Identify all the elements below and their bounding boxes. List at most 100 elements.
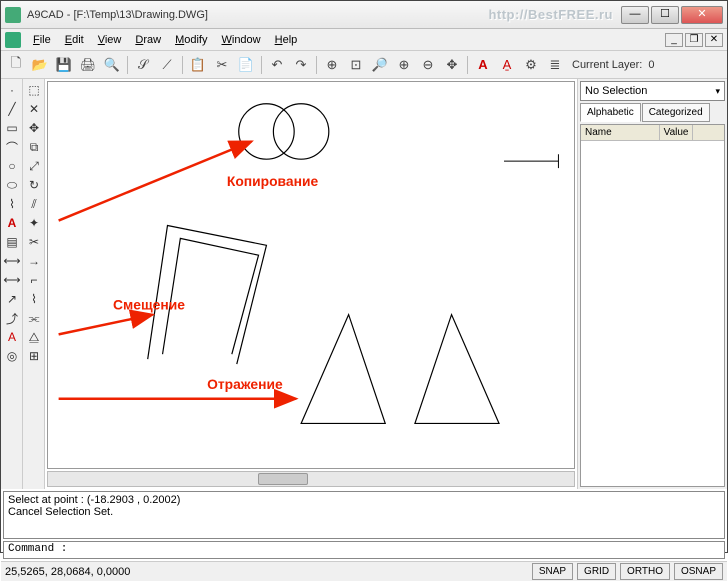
command-input[interactable]: Command :: [3, 541, 725, 559]
paste-icon[interactable]: 📄: [235, 54, 257, 76]
angle-icon[interactable]: A: [3, 328, 21, 346]
join-icon[interactable]: ⫘: [25, 309, 43, 327]
modify-toolbar: ⬚ ✕ ✥ ⧉ ⤢ ↻ ⫽ ✦ ✂ → ⌐ ⌇ ⫘ ⧋ ⊞: [23, 79, 45, 489]
app-menu-icon[interactable]: [5, 32, 21, 48]
cmd-line-2: Cancel Selection Set.: [8, 506, 720, 518]
annotation-offset: Смещение: [113, 297, 185, 313]
watermark: http://BestFREE.ru: [488, 7, 613, 22]
selection-dropdown[interactable]: No Selection ▾: [580, 81, 725, 101]
menu-draw[interactable]: Draw: [129, 32, 167, 48]
snap-toggle[interactable]: SNAP: [532, 563, 573, 580]
menu-help[interactable]: Help: [269, 32, 304, 48]
break-icon[interactable]: ⌇: [25, 290, 43, 308]
text-tool-icon[interactable]: A: [3, 214, 21, 232]
grid-toggle[interactable]: GRID: [577, 563, 616, 580]
open-icon[interactable]: 📂: [29, 54, 51, 76]
offset-icon[interactable]: ⫽: [25, 195, 43, 213]
titlebar: A9CAD - [F:\Temp\13\Drawing.DWG] http://…: [1, 1, 727, 29]
osnap-toggle[interactable]: OSNAP: [674, 563, 723, 580]
new-icon[interactable]: 🗋: [5, 54, 27, 76]
app-icon: [5, 7, 21, 23]
annotation-copy: Копирование: [227, 173, 319, 189]
maximize-button[interactable]: ☐: [651, 6, 679, 24]
rect-icon[interactable]: ▭: [3, 119, 21, 137]
tab-alphabetic[interactable]: Alphabetic: [580, 103, 641, 122]
chevron-down-icon: ▾: [715, 86, 720, 97]
save-icon[interactable]: 💾: [53, 54, 75, 76]
properties-panel: No Selection ▾ Alphabetic Categorized Nam…: [577, 79, 727, 489]
rotate-icon[interactable]: ↻: [25, 176, 43, 194]
cmd-line-1: Select at point : (-18.2903 , 0.2002): [8, 494, 720, 506]
draw-toolbar: · ╱ ▭ ⌒ ○ ⬭ ⌇ A ▤ ⟷ ⟷ ↗ ⤴ A ◎: [1, 79, 23, 489]
dim3-icon[interactable]: ↗: [3, 290, 21, 308]
zoom-window-icon[interactable]: ⊡: [345, 54, 367, 76]
copy-icon[interactable]: 📋: [187, 54, 209, 76]
dimension-icon[interactable]: A̱: [496, 54, 518, 76]
statusbar: 25,5265, 28,0684, 0,0000 SNAP GRID ORTHO…: [1, 561, 727, 581]
menu-file[interactable]: File: [27, 32, 57, 48]
mdi-minimize-button[interactable]: _: [665, 33, 683, 47]
close-button[interactable]: ✕: [681, 6, 723, 24]
coordinates: 25,5265, 28,0684, 0,0000: [5, 566, 225, 578]
layer-label: Current Layer:: [572, 59, 642, 71]
zoom-extents-icon[interactable]: ⊕: [321, 54, 343, 76]
command-history[interactable]: Select at point : (-18.2903 , 0.2002) Ca…: [3, 491, 725, 539]
properties-list[interactable]: Name Value: [580, 124, 725, 487]
menu-modify[interactable]: Modify: [169, 32, 213, 48]
main-toolbar: 🗋 📂 💾 🖨 🔍 𝒮 ⟋ 📋 ✂ 📄 ↶ ↷ ⊕ ⊡ 🔎 ⊕ ⊖ ✥ A A̱…: [1, 51, 727, 79]
pan-icon[interactable]: ✥: [441, 54, 463, 76]
select-icon[interactable]: ⬚: [25, 81, 43, 99]
mirror-icon[interactable]: ⧋: [25, 328, 43, 346]
drawing-canvas[interactable]: Копирование Смещение Отражение: [47, 81, 575, 469]
scale-icon[interactable]: ⤢: [25, 157, 43, 175]
cut-icon[interactable]: ✂: [211, 54, 233, 76]
dim2-icon[interactable]: ⟷: [3, 271, 21, 289]
menubar: File Edit View Draw Modify Window Help _…: [1, 29, 727, 51]
ortho-toggle[interactable]: ORTHO: [620, 563, 670, 580]
trim-icon[interactable]: ✂: [25, 233, 43, 251]
selection-label: No Selection: [585, 85, 647, 97]
dim-icon[interactable]: ⟷: [3, 252, 21, 270]
mdi-restore-button[interactable]: ❐: [685, 33, 703, 47]
hatch-icon[interactable]: ▤: [3, 233, 21, 251]
preview-icon[interactable]: 🔍: [101, 54, 123, 76]
arc-icon[interactable]: ⟋: [156, 54, 178, 76]
redo-icon[interactable]: ↷: [290, 54, 312, 76]
col-name[interactable]: Name: [581, 125, 660, 140]
mdi-close-button[interactable]: ✕: [705, 33, 723, 47]
circle-icon[interactable]: ○: [3, 157, 21, 175]
line-icon[interactable]: ╱: [3, 100, 21, 118]
erase-icon[interactable]: ✕: [25, 100, 43, 118]
copy-tool-icon[interactable]: ⧉: [25, 138, 43, 156]
text-icon[interactable]: A: [472, 54, 494, 76]
spline-icon[interactable]: 𝒮: [132, 54, 154, 76]
extend-icon[interactable]: →: [25, 252, 43, 270]
menu-view[interactable]: View: [92, 32, 128, 48]
move-icon[interactable]: ✥: [25, 119, 43, 137]
annotation-mirror: Отражение: [207, 376, 283, 392]
polyline-icon[interactable]: ⌇: [3, 195, 21, 213]
explode-icon[interactable]: ✦: [25, 214, 43, 232]
array-icon[interactable]: ⊞: [25, 347, 43, 365]
menu-window[interactable]: Window: [215, 32, 266, 48]
arc-tool-icon[interactable]: ⌒: [3, 138, 21, 156]
zoom-in-icon[interactable]: ⊕: [393, 54, 415, 76]
circle2-icon[interactable]: ◎: [3, 347, 21, 365]
zoom-realtime-icon[interactable]: 🔎: [369, 54, 391, 76]
tab-categorized[interactable]: Categorized: [642, 103, 710, 122]
ellipse-icon[interactable]: ⬭: [3, 176, 21, 194]
horizontal-scrollbar[interactable]: [47, 471, 575, 487]
settings-icon[interactable]: ⚙: [520, 54, 542, 76]
col-value[interactable]: Value: [660, 125, 694, 140]
layers-icon[interactable]: ≣: [544, 54, 566, 76]
layer-value: 0: [648, 59, 654, 71]
print-icon[interactable]: 🖨: [77, 54, 99, 76]
minimize-button[interactable]: —: [621, 6, 649, 24]
fillet-icon[interactable]: ⌐: [25, 271, 43, 289]
undo-icon[interactable]: ↶: [266, 54, 288, 76]
dim4-icon[interactable]: ⤴: [3, 309, 21, 327]
window-title: A9CAD - [F:\Temp\13\Drawing.DWG]: [27, 9, 488, 21]
menu-edit[interactable]: Edit: [59, 32, 90, 48]
point-icon[interactable]: ·: [3, 81, 21, 99]
zoom-out-icon[interactable]: ⊖: [417, 54, 439, 76]
